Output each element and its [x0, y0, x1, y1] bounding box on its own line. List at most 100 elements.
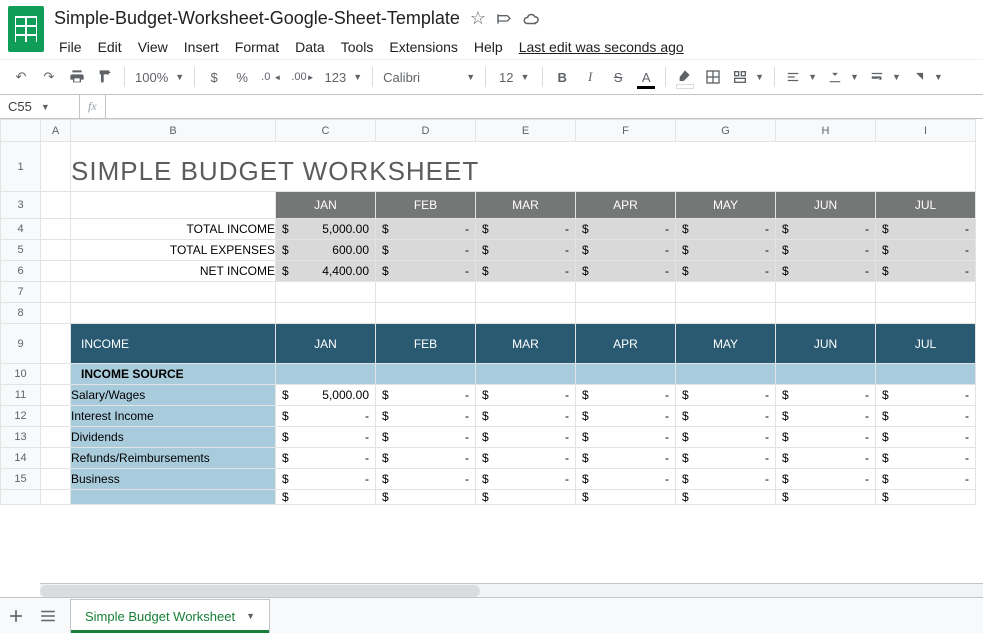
- col-header[interactable]: G: [676, 120, 776, 142]
- col-header[interactable]: B: [71, 120, 276, 142]
- cell[interactable]: $-: [276, 427, 376, 448]
- formula-bar[interactable]: [105, 95, 983, 118]
- cell[interactable]: $: [876, 490, 976, 505]
- doc-title[interactable]: Simple-Budget-Worksheet-Google-Sheet-Tem…: [54, 8, 460, 29]
- row-header[interactable]: 8: [1, 303, 41, 324]
- cell[interactable]: $: [276, 490, 376, 505]
- income-item-label[interactable]: Refunds/Reimbursements: [71, 448, 276, 469]
- cell[interactable]: $-: [576, 385, 676, 406]
- cell[interactable]: [376, 303, 476, 324]
- income-source-header[interactable]: INCOME SOURCE: [71, 364, 276, 385]
- cell[interactable]: [876, 303, 976, 324]
- summary-label[interactable]: TOTAL INCOME: [71, 219, 276, 240]
- row-header[interactable]: 1: [1, 142, 41, 192]
- cell[interactable]: $-: [676, 406, 776, 427]
- cell[interactable]: MAY: [676, 324, 776, 364]
- cell[interactable]: [576, 303, 676, 324]
- merge-button[interactable]: ▼: [728, 64, 768, 90]
- cell[interactable]: [41, 282, 71, 303]
- name-box[interactable]: C55▼: [0, 95, 80, 118]
- cell[interactable]: $-: [376, 406, 476, 427]
- row-header[interactable]: 14: [1, 448, 41, 469]
- cell[interactable]: $: [576, 490, 676, 505]
- rotate-button[interactable]: ▼: [907, 64, 947, 90]
- row-header[interactable]: 12: [1, 406, 41, 427]
- cell[interactable]: [476, 303, 576, 324]
- cell[interactable]: $-: [376, 385, 476, 406]
- sheet-title[interactable]: SIMPLE BUDGET WORKSHEET: [71, 142, 976, 192]
- h-align-button[interactable]: ▼: [781, 64, 821, 90]
- cell[interactable]: $-: [776, 406, 876, 427]
- cell[interactable]: $-: [476, 240, 576, 261]
- income-item-label[interactable]: Interest Income: [71, 406, 276, 427]
- cell[interactable]: $-: [276, 448, 376, 469]
- cell[interactable]: $-: [376, 261, 476, 282]
- cell[interactable]: [776, 364, 876, 385]
- cell[interactable]: $-: [476, 427, 576, 448]
- row-header[interactable]: 3: [1, 192, 41, 219]
- income-item-label[interactable]: Salary/Wages: [71, 385, 276, 406]
- cell[interactable]: [876, 282, 976, 303]
- scrollbar-thumb[interactable]: [40, 585, 480, 597]
- month-header[interactable]: JAN: [276, 192, 376, 219]
- cell[interactable]: $5,000.00: [276, 219, 376, 240]
- cell[interactable]: [776, 303, 876, 324]
- cell[interactable]: [41, 469, 71, 490]
- cell[interactable]: $-: [476, 385, 576, 406]
- redo-button[interactable]: ↷: [36, 64, 62, 90]
- borders-button[interactable]: [700, 64, 726, 90]
- cell[interactable]: JUL: [876, 324, 976, 364]
- cell[interactable]: $-: [776, 469, 876, 490]
- menu-insert[interactable]: Insert: [177, 35, 226, 59]
- cell[interactable]: $-: [476, 406, 576, 427]
- sheets-logo[interactable]: [8, 6, 44, 52]
- cell[interactable]: $-: [776, 240, 876, 261]
- cell[interactable]: $-: [576, 448, 676, 469]
- undo-button[interactable]: ↶: [8, 64, 34, 90]
- menu-format[interactable]: Format: [228, 35, 286, 59]
- summary-label[interactable]: TOTAL EXPENSES: [71, 240, 276, 261]
- cell[interactable]: $-: [876, 261, 976, 282]
- cell[interactable]: $-: [676, 469, 776, 490]
- col-header[interactable]: H: [776, 120, 876, 142]
- cell[interactable]: $-: [376, 448, 476, 469]
- cell[interactable]: [476, 282, 576, 303]
- row-header[interactable]: 10: [1, 364, 41, 385]
- cell[interactable]: $: [476, 490, 576, 505]
- cell[interactable]: [41, 406, 71, 427]
- cell[interactable]: $-: [476, 469, 576, 490]
- cell[interactable]: [41, 192, 71, 219]
- cell[interactable]: $: [376, 490, 476, 505]
- decrease-decimal-button[interactable]: .0 ◄: [257, 64, 285, 90]
- menu-help[interactable]: Help: [467, 35, 510, 59]
- cell[interactable]: [376, 282, 476, 303]
- cell[interactable]: [676, 282, 776, 303]
- cell[interactable]: [71, 192, 276, 219]
- cell[interactable]: $-: [376, 219, 476, 240]
- cell[interactable]: [276, 282, 376, 303]
- increase-decimal-button[interactable]: .00►: [287, 64, 318, 90]
- month-header[interactable]: MAY: [676, 192, 776, 219]
- cell[interactable]: APR: [576, 324, 676, 364]
- cell[interactable]: [576, 282, 676, 303]
- cell[interactable]: MAR: [476, 324, 576, 364]
- cell[interactable]: JUN: [776, 324, 876, 364]
- cell[interactable]: [41, 385, 71, 406]
- row-header[interactable]: [1, 490, 41, 505]
- cell[interactable]: JAN: [276, 324, 376, 364]
- cell[interactable]: [276, 364, 376, 385]
- cell[interactable]: $-: [876, 385, 976, 406]
- cell[interactable]: [41, 448, 71, 469]
- cell[interactable]: $-: [876, 406, 976, 427]
- income-header[interactable]: INCOME: [71, 324, 276, 364]
- cell[interactable]: [41, 219, 71, 240]
- cell[interactable]: $-: [676, 427, 776, 448]
- add-sheet-button[interactable]: [0, 600, 32, 632]
- cell[interactable]: [476, 364, 576, 385]
- row-header[interactable]: 11: [1, 385, 41, 406]
- col-header[interactable]: A: [41, 120, 71, 142]
- cell[interactable]: [876, 364, 976, 385]
- income-item-label[interactable]: Business: [71, 469, 276, 490]
- cell[interactable]: [776, 282, 876, 303]
- cell[interactable]: [676, 364, 776, 385]
